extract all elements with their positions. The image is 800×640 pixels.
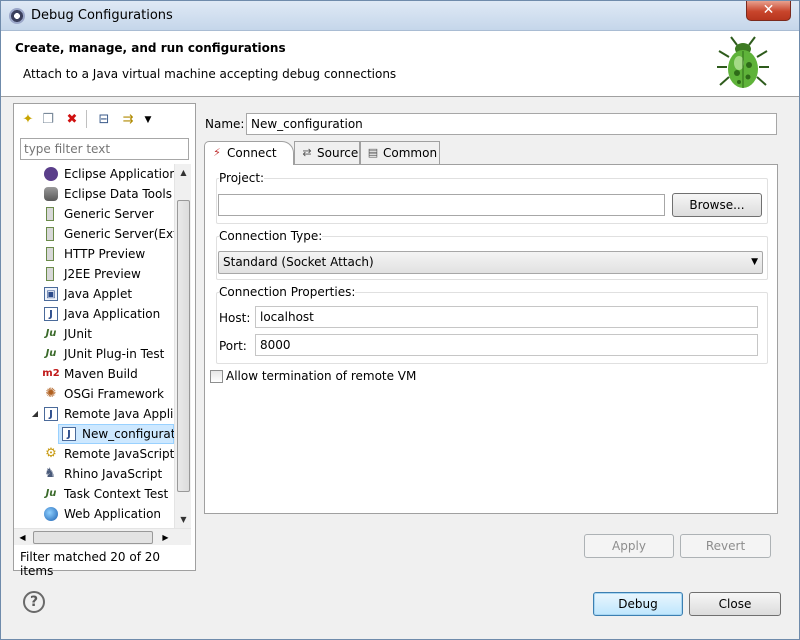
tree-item-java-applet[interactable]: ▣ Java Applet [40,284,174,304]
tree-item-http-preview[interactable]: HTTP Preview [40,244,174,264]
source-icon: ⇄ [302,146,312,159]
hscroll-thumb[interactable] [33,531,153,544]
view-menu-icon[interactable]: ▼ [140,112,156,128]
tree-item-maven-build[interactable]: m2 Maven Build [40,364,174,384]
maven-icon: m2 [42,368,60,379]
java-app-icon: J [44,307,58,321]
expand-arrow-icon[interactable]: ◢ [28,407,42,421]
tree-item-generic-server[interactable]: Generic Server [40,204,174,224]
connection-type-select[interactable]: Standard (Socket Attach) ▼ [218,251,763,274]
eclipse-icon [44,167,58,181]
help-icon[interactable]: ? [23,591,45,613]
connect-icon: ⚡ [213,146,221,159]
scroll-down-icon[interactable]: ▼ [175,511,192,528]
title-bar: Debug Configurations ✕ [1,1,799,31]
browse-button[interactable]: Browse... [672,193,762,217]
tree-item-osgi-framework[interactable]: ✺ OSGi Framework [40,384,174,404]
server-icon [46,247,54,261]
host-label: Host: [219,311,251,325]
junit-plugin-icon: Ju [45,348,57,359]
remote-java-icon: J [62,427,76,441]
debug-button[interactable]: Debug [593,592,683,616]
left-toolbar: ✦ ❐ ✖ ⊟ ⇉ ▼ [14,104,195,134]
scroll-thumb[interactable] [177,200,190,492]
tree-item-j2ee-preview[interactable]: J2EE Preview [40,264,174,284]
toolbar-separator [86,110,87,128]
tree-item-java-application[interactable]: J Java Application [40,304,174,324]
window-title: Debug Configurations [31,8,173,23]
project-label: Project: [219,171,265,185]
port-label: Port: [219,339,247,353]
tree-item-task-context-test[interactable]: Ju Task Context Test [40,484,174,504]
banner-heading: Create, manage, and run configurations [15,41,286,55]
tree-item-remote-java-application[interactable]: ◢ J Remote Java Appli [28,404,174,424]
server-icon [46,227,54,241]
filter-status-text: Filter matched 20 of 20 items [20,550,161,578]
scroll-up-icon[interactable]: ▲ [175,164,192,181]
tab-common[interactable]: ▤ Common [360,141,440,164]
common-icon: ▤ [367,146,379,159]
remote-java-icon: J [44,407,58,421]
connection-properties-label: Connection Properties: [219,285,356,299]
filter-input[interactable] [20,138,189,160]
tree-item-new-configuration[interactable]: J New_configurati [58,424,174,444]
new-launch-config-icon[interactable]: ✦ [20,112,36,128]
duplicate-icon[interactable]: ❐ [40,112,56,128]
applet-icon: ▣ [44,287,58,301]
tree-item-eclipse-data-tools[interactable]: Eclipse Data Tools [40,184,174,204]
name-label: Name: [205,117,245,131]
allow-termination-label: Allow termination of remote VM [226,369,417,383]
config-name-input[interactable] [246,113,777,135]
tree-item-web-application[interactable]: Web Application [40,504,174,524]
eclipse-icon [9,8,25,24]
rhino-icon: ♞ [44,466,56,481]
close-button[interactable]: Close [689,592,781,616]
debug-configurations-dialog: Debug Configurations ✕ Create, manage, a… [0,0,800,640]
scroll-right-icon[interactable]: ▶ [157,529,174,546]
banner-subtitle: Attach to a Java virtual machine accepti… [23,67,397,81]
tree-item-rhino-javascript[interactable]: ♞ Rhino JavaScript [40,464,174,484]
task-context-icon: Ju [45,488,57,499]
tree-item-generic-server-external[interactable]: Generic Server(Exte [40,224,174,244]
launch-config-tree-panel: ✦ ❐ ✖ ⊟ ⇉ ▼ Eclipse Application Eclipse … [13,103,196,578]
scroll-left-icon[interactable]: ◀ [14,529,31,546]
window-close-button[interactable]: ✕ [746,1,791,21]
server-icon [46,207,54,221]
collapse-all-icon[interactable]: ⊟ [96,112,112,128]
header-banner: Create, manage, and run configurations A… [1,31,799,97]
tree-horizontal-scrollbar[interactable]: ◀ ▶ [14,528,191,545]
delete-icon[interactable]: ✖ [64,112,80,128]
web-app-icon [44,507,58,521]
filter-icon[interactable]: ⇉ [120,112,136,128]
tree-item-eclipse-application[interactable]: Eclipse Application [40,164,174,184]
osgi-icon: ✺ [45,386,57,401]
tab-source[interactable]: ⇄ Source [294,141,360,164]
revert-button[interactable]: Revert [680,534,771,558]
host-input[interactable] [255,306,758,328]
junit-icon: Ju [45,328,57,339]
server-icon [46,267,54,281]
tree-vertical-scrollbar[interactable]: ▲ ▼ [174,164,191,528]
tree-item-junit[interactable]: Ju JUnit [40,324,174,344]
tree-item-junit-plugin-test[interactable]: Ju JUnit Plug-in Test [40,344,174,364]
port-input[interactable] [255,334,758,356]
apply-button[interactable]: Apply [584,534,674,558]
project-input[interactable] [218,194,665,216]
database-icon [44,187,58,201]
remote-js-icon: ⚙ [45,446,57,461]
tab-connect[interactable]: ⚡ Connect [204,141,294,165]
config-tree: Eclipse Application Eclipse Data Tools G… [14,164,174,534]
connection-type-label: Connection Type: [219,229,323,243]
chevron-down-icon: ▼ [751,257,758,267]
allow-termination-checkbox[interactable] [210,370,223,383]
tree-item-remote-javascript[interactable]: ⚙ Remote JavaScript [40,444,174,464]
debug-bug-icon [717,36,769,88]
